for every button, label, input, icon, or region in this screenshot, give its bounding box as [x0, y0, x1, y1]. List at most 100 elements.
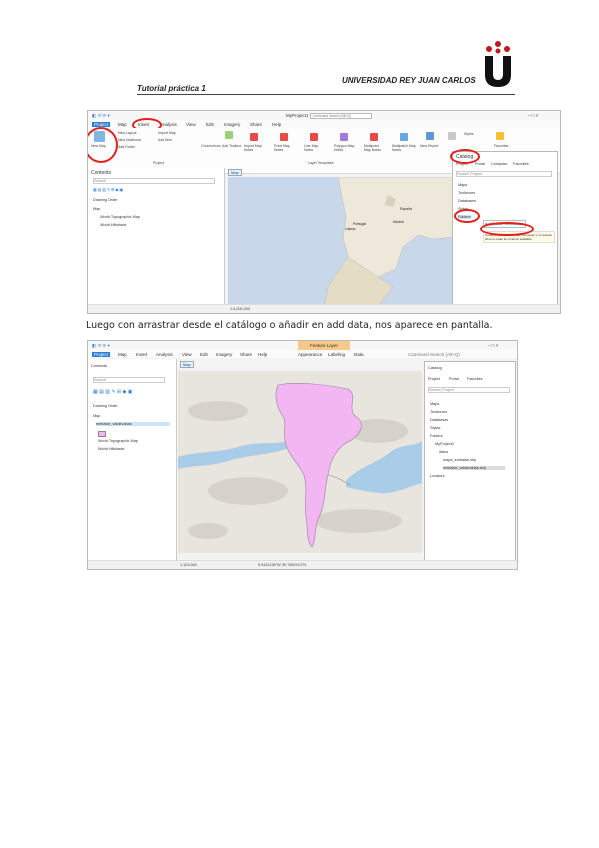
catalog-item-maps[interactable]: Maps [458, 183, 467, 187]
tab-imagery[interactable]: Imagery [224, 122, 240, 127]
contents-pane: Contents Search ▦ ▤ ▥ ✎ ⊞ ◆ ▣ Drawing Or… [88, 359, 177, 561]
drawing-order-label: Drawing Order [93, 198, 118, 202]
screenshot-arcgis-insert-tab: ◧ ⟲ ⟳ ▾ MyProject1 Command Search (Alt+Q… [87, 110, 561, 314]
map-coordinates: 5.9431196°W 39.7682413°N [258, 563, 307, 567]
tab-analysis[interactable]: Analysis [156, 352, 173, 357]
status-bar: 1:103,560 5.9431196°W 39.7682413°N [88, 560, 517, 569]
contents-search[interactable]: Search [93, 377, 165, 383]
toolbox-icon[interactable] [225, 131, 233, 139]
catalog-tab-computer[interactable]: Computer [491, 162, 508, 166]
layer-world-hillshade[interactable]: World Hillshade [100, 223, 127, 227]
multipoint-notes-icon[interactable] [370, 133, 378, 141]
add-toolbox-label: Add Toolbox [222, 144, 242, 148]
connections-button[interactable]: Connections [201, 144, 220, 148]
tab-view[interactable]: View [182, 352, 192, 357]
catalog-item-embalse-shp[interactable]: embalse_valdecañas.shp [443, 466, 505, 470]
tab-share[interactable]: Share [240, 352, 252, 357]
polygon-notes-icon[interactable] [340, 133, 348, 141]
new-notebook-button[interactable]: New Notebook [118, 138, 141, 142]
template-label-5: Multipoint Map Notes [364, 144, 381, 152]
catalog-search[interactable]: Search Project [428, 387, 510, 393]
ribbon-tabs: Project Map Insert Analysis View Edit Im… [88, 350, 517, 358]
tab-project[interactable]: Project [92, 352, 111, 357]
map-view[interactable] [178, 371, 422, 553]
styles-label: Styles [464, 132, 474, 136]
tab-help[interactable]: Help [258, 352, 267, 357]
favorites-star-icon[interactable] [496, 132, 504, 140]
window-controls[interactable]: – □ × [488, 343, 498, 348]
add-folder-button[interactable]: Add Folder [118, 145, 135, 149]
import-map-button[interactable]: Import Map [158, 131, 176, 135]
multipatch-notes-icon[interactable] [400, 133, 408, 141]
tab-labeling[interactable]: Labeling [328, 352, 345, 357]
tab-map[interactable]: Map [118, 352, 127, 357]
contents-toolbar[interactable]: ▦ ▤ ▥ ✎ ⊞ ◆ ▣ [93, 389, 132, 395]
tab-analysis[interactable]: Analysis [160, 122, 177, 127]
catalog-tab-favorites[interactable]: Favorites [467, 377, 483, 381]
template-label-3: Line Map Notes [304, 144, 319, 152]
tab-view[interactable]: View [186, 122, 196, 127]
catalog-tab-project[interactable]: Project [428, 377, 440, 381]
tab-share[interactable]: Share [250, 122, 262, 127]
layer-map[interactable]: Map [93, 207, 100, 211]
quick-access-icons[interactable]: ◧ ⟲ ⟳ ▾ [92, 343, 110, 349]
contents-title: Contents [91, 363, 108, 368]
map-scale[interactable]: 1:4,000,000 [230, 307, 250, 311]
catalog-item-mapa-embalse[interactable]: mapa_embalse.shp [443, 458, 476, 462]
window-controls[interactable]: – □ × [528, 113, 538, 118]
catalog-item-databases[interactable]: Databases [430, 418, 448, 422]
map-view-tab[interactable]: Map [228, 169, 242, 176]
new-layout-button[interactable]: New Layout [118, 131, 136, 135]
layer-world-topographic[interactable]: World Topographic Map [98, 439, 138, 443]
catalog-tab-portal[interactable]: Portal [475, 162, 485, 166]
command-search[interactable]: Command Search (Alt+Q) [310, 113, 372, 119]
catalog-item-project-folder[interactable]: MyProject1 [435, 442, 454, 446]
new-report-label: New Report [420, 144, 439, 148]
university-logo [485, 41, 511, 87]
contents-title: Contents [91, 170, 112, 176]
catalog-search[interactable]: Search Project [456, 171, 552, 177]
layer-embalse[interactable]: embalse_valdecañas [96, 422, 170, 426]
catalog-item-databases[interactable]: Databases [458, 199, 476, 203]
contents-toolbar[interactable]: ▦ ▤ ▥ ✎ ⊞ ◆ ▣ [93, 187, 123, 192]
map-scale[interactable]: 1:103,560 [180, 563, 197, 567]
tab-help[interactable]: Help [272, 122, 281, 127]
catalog-item-toolboxes[interactable]: Toolboxes [430, 410, 447, 414]
map-label-portugal: Portugal [353, 222, 367, 226]
tab-imagery[interactable]: Imagery [216, 352, 232, 357]
layer-map[interactable]: Map [93, 414, 100, 418]
group-project-label: Project [153, 161, 164, 165]
map-view[interactable]: España Madrid Portugal Lisboa [228, 176, 457, 313]
catalog-item-styles[interactable]: Styles [430, 426, 440, 430]
title-bar: ◧ ⟲ ⟳ ▾ MyProject1 Command Search (Alt+Q… [88, 111, 560, 120]
tab-edit[interactable]: Edit [206, 122, 214, 127]
catalog-tab-favorites[interactable]: Favorites [513, 162, 529, 166]
catalog-item-folders[interactable]: Folders [430, 434, 443, 438]
tab-map[interactable]: Map [118, 122, 127, 127]
tab-insert[interactable]: Insert [136, 352, 147, 357]
header-left-title: Tutorial práctica 1 [137, 84, 206, 93]
catalog-item-locators[interactable]: Locators [430, 474, 445, 478]
styles-icon[interactable] [448, 132, 456, 140]
tab-appearance[interactable]: Appearance [298, 352, 322, 357]
group-layer-templates-label: Layer Templates [308, 161, 334, 165]
tab-data[interactable]: Data [354, 352, 364, 357]
new-report-icon[interactable] [426, 132, 434, 140]
layer-world-topographic[interactable]: World Topographic Map [100, 215, 140, 219]
catalog-item-maps[interactable]: Maps [430, 402, 439, 406]
map-notes-icon[interactable] [250, 133, 258, 141]
command-search[interactable]: Command Search (Alt+Q) [408, 352, 460, 357]
contents-search[interactable]: Search [93, 178, 215, 184]
highlight-folders [454, 209, 480, 223]
quick-access-icons[interactable]: ◧ ⟲ ⟳ ▾ [92, 113, 110, 119]
catalog-tab-portal[interactable]: Portal [449, 377, 459, 381]
tab-edit[interactable]: Edit [200, 352, 208, 357]
point-notes-icon[interactable] [280, 133, 288, 141]
line-notes-icon[interactable] [310, 133, 318, 141]
map-view-tab[interactable]: Map [180, 361, 194, 368]
catalog-item-toolboxes[interactable]: Toolboxes [458, 191, 475, 195]
highlight-catalog-title [450, 149, 480, 164]
add-item-button[interactable]: Add Item [158, 138, 172, 142]
catalog-item-datos[interactable]: datos [439, 450, 448, 454]
layer-world-hillshade[interactable]: World Hillshade [98, 447, 125, 451]
